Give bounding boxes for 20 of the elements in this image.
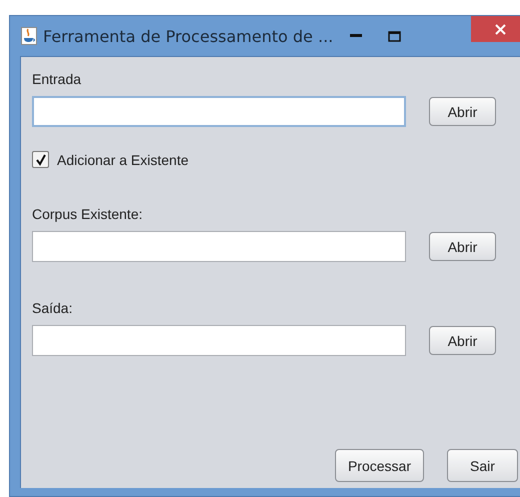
maximize-icon — [388, 30, 401, 42]
open-button[interactable]: Abrir — [429, 97, 496, 126]
action-button[interactable]: Sair — [447, 449, 518, 482]
field-label: Saída: — [32, 300, 74, 316]
close-button[interactable] — [471, 16, 520, 42]
open-button[interactable]: Abrir — [429, 232, 496, 261]
path-field[interactable] — [32, 325, 406, 356]
cup-icon — [21, 27, 37, 45]
path-field[interactable] — [32, 96, 406, 127]
path-field[interactable] — [32, 231, 406, 262]
close-icon — [494, 24, 506, 34]
action-button[interactable]: Processar — [334, 449, 424, 482]
window-title: Ferramenta de Processamento de ... — [43, 26, 334, 46]
add-checkbox[interactable]: Adicionar a Existente — [32, 151, 520, 168]
check-icon — [34, 154, 46, 166]
open-button[interactable]: Abrir — [429, 326, 496, 355]
field-label: Entrada — [32, 71, 82, 87]
checkbox[interactable] — [32, 151, 49, 168]
minimize-icon — [350, 34, 362, 38]
field-label: Corpus Existente: — [32, 206, 144, 222]
